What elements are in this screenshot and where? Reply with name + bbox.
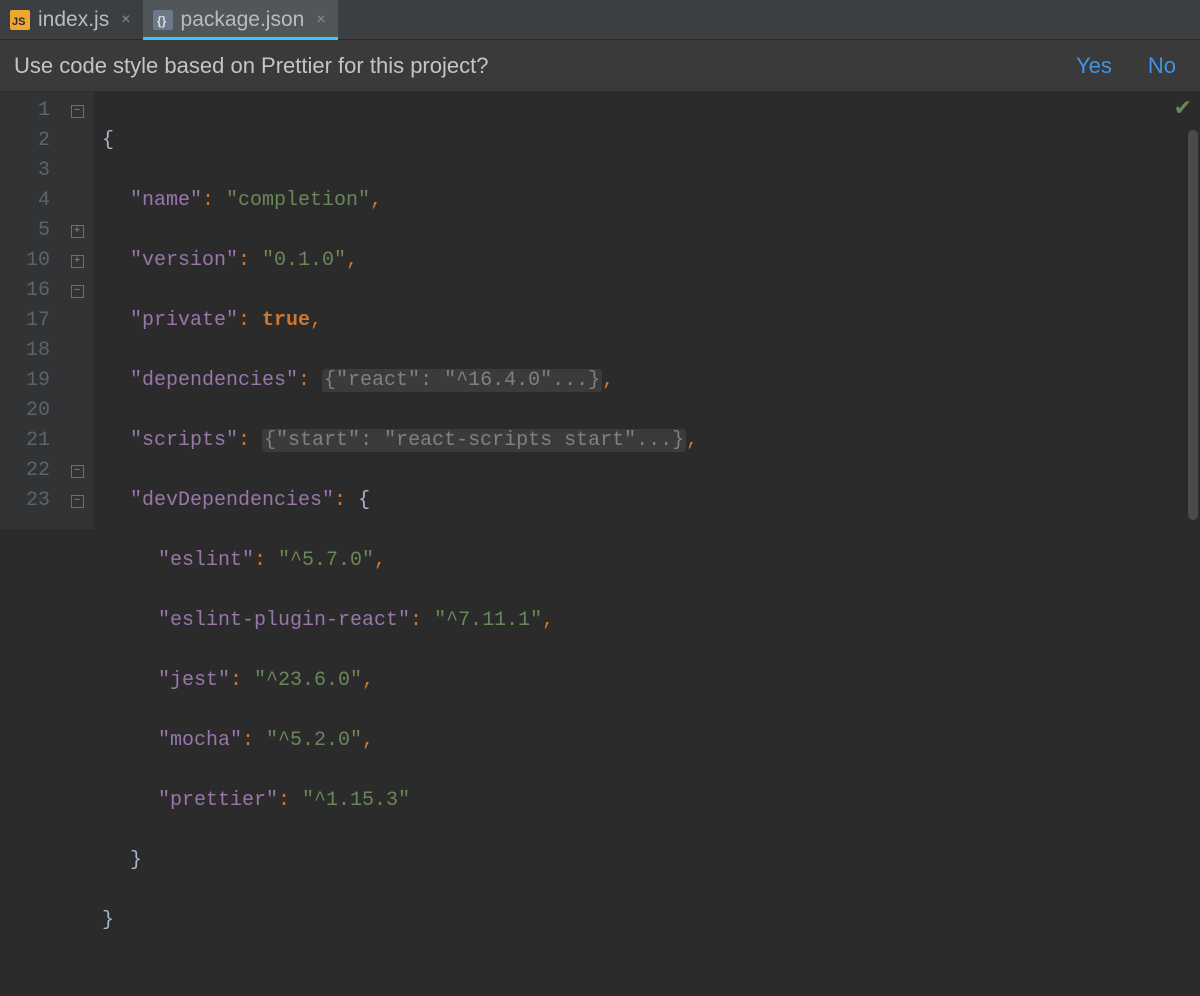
json-key: "eslint" xyxy=(158,549,254,572)
json-key: "private" xyxy=(130,309,238,332)
code-content[interactable]: { "name": "completion", "version": "0.1.… xyxy=(94,92,1200,529)
line-number: 2 xyxy=(0,126,50,156)
fold-end-icon[interactable]: − xyxy=(71,465,84,478)
line-number: 5 xyxy=(0,216,50,246)
json-key: "mocha" xyxy=(158,729,242,752)
line-number: 1 xyxy=(0,96,50,126)
line-number: 3 xyxy=(0,156,50,186)
line-number: 10 xyxy=(0,246,50,276)
line-number-gutter: 1 2 3 4 5 10 16 17 18 19 20 21 22 23 xyxy=(0,92,60,529)
json-value: true xyxy=(262,309,310,332)
json-value: "completion" xyxy=(226,189,370,212)
json-value: "^1.15.3" xyxy=(302,789,410,812)
close-icon[interactable]: × xyxy=(117,11,130,29)
yes-button[interactable]: Yes xyxy=(1076,53,1112,79)
json-key: "dependencies" xyxy=(130,369,298,392)
line-number: 19 xyxy=(0,366,50,396)
json-value: "^5.7.0" xyxy=(278,549,374,572)
tab-bar: JS index.js × {} package.json × xyxy=(0,0,1200,40)
fold-collapse-icon[interactable]: − xyxy=(71,105,84,118)
line-number: 21 xyxy=(0,426,50,456)
json-value: "^5.2.0" xyxy=(266,729,362,752)
json-key: "jest" xyxy=(158,669,230,692)
json-key: "prettier" xyxy=(158,789,278,812)
close-icon[interactable]: × xyxy=(312,11,325,29)
json-key: "scripts" xyxy=(130,429,238,452)
notification-message: Use code style based on Prettier for thi… xyxy=(14,53,1040,79)
brace-open: { xyxy=(102,129,114,152)
line-number: 4 xyxy=(0,186,50,216)
brace-close: } xyxy=(130,849,142,872)
json-value: "^7.11.1" xyxy=(434,609,542,632)
line-number: 23 xyxy=(0,486,50,516)
svg-text:JS: JS xyxy=(12,16,25,28)
fold-expand-icon[interactable]: + xyxy=(71,255,84,268)
json-value: "0.1.0" xyxy=(262,249,346,272)
line-number: 18 xyxy=(0,336,50,366)
json-value: "^23.6.0" xyxy=(254,669,362,692)
svg-text:{}: {} xyxy=(157,14,167,28)
json-key: "name" xyxy=(130,189,202,212)
line-number: 20 xyxy=(0,396,50,426)
code-editor[interactable]: 1 2 3 4 5 10 16 17 18 19 20 21 22 23 − +… xyxy=(0,92,1200,529)
line-number: 22 xyxy=(0,456,50,486)
notification-bar: Use code style based on Prettier for thi… xyxy=(0,40,1200,92)
json-key: "eslint-plugin-react" xyxy=(158,609,410,632)
fold-expand-icon[interactable]: + xyxy=(71,225,84,238)
line-number: 16 xyxy=(0,276,50,306)
brace-close: } xyxy=(102,909,114,932)
inspection-ok-icon[interactable]: ✔ xyxy=(1174,96,1192,122)
scrollbar[interactable] xyxy=(1188,130,1198,520)
tab-label: package.json xyxy=(181,8,305,32)
folded-region[interactable]: {"react": "^16.4.0"...} xyxy=(322,369,602,392)
tab-index-js[interactable]: JS index.js × xyxy=(0,0,143,39)
tab-package-json[interactable]: {} package.json × xyxy=(143,0,338,39)
folded-region[interactable]: {"start": "react-scripts start"...} xyxy=(262,429,686,452)
line-number: 17 xyxy=(0,306,50,336)
fold-end-icon[interactable]: − xyxy=(71,495,84,508)
json-key: "version" xyxy=(130,249,238,272)
fold-gutter: − + + − − − xyxy=(60,92,94,529)
no-button[interactable]: No xyxy=(1148,53,1176,79)
fold-collapse-icon[interactable]: − xyxy=(71,285,84,298)
json-key: "devDependencies" xyxy=(130,489,334,512)
json-file-icon: {} xyxy=(153,10,173,30)
tab-label: index.js xyxy=(38,8,109,32)
js-file-icon: JS xyxy=(10,10,30,30)
